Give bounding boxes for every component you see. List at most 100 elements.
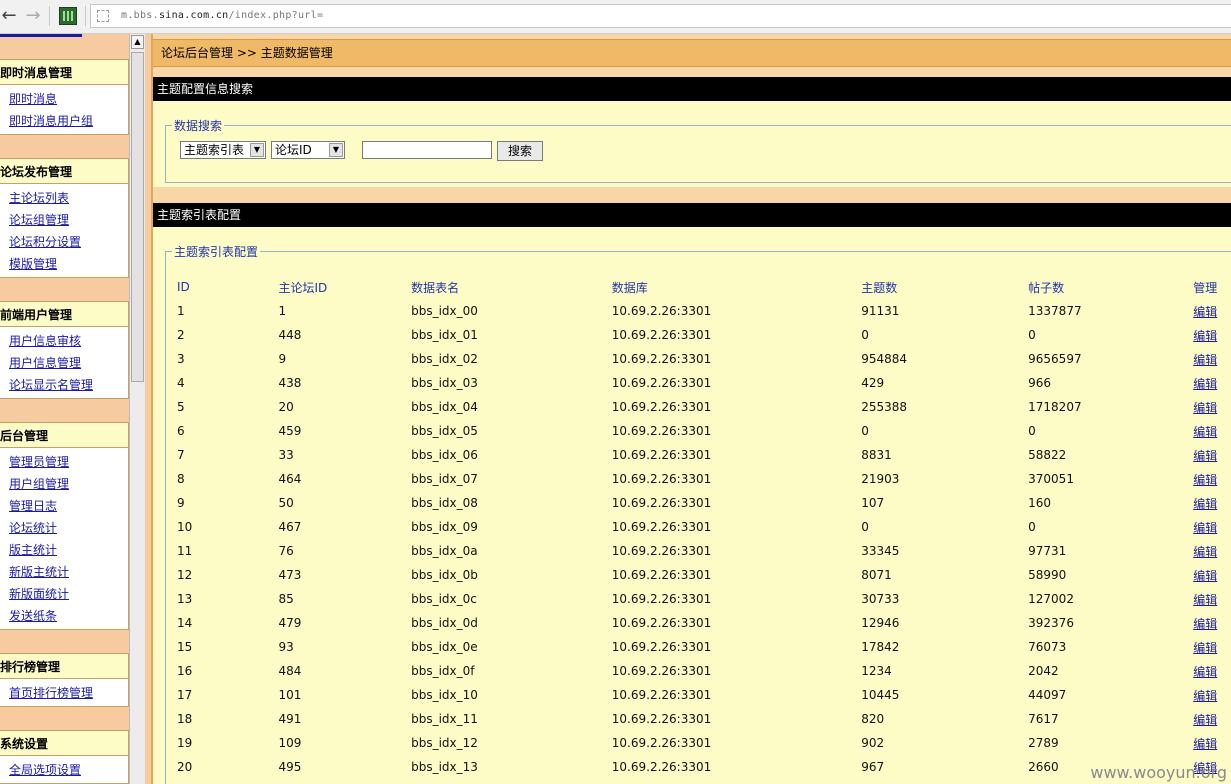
address-bar[interactable]: m.bbs.sina.com.cn/index.php?url= bbox=[90, 4, 1231, 28]
table-cell: bbs_idx_0b bbox=[411, 568, 478, 582]
sidebar-menu-link[interactable]: 主论坛列表 bbox=[9, 187, 128, 209]
search-button[interactable]: 搜索 bbox=[497, 141, 543, 161]
url-text[interactable]: m.bbs.sina.com.cn/index.php?url= bbox=[121, 10, 323, 21]
field-select[interactable]: 论坛ID ▼ bbox=[271, 141, 345, 159]
table-cell: 93 bbox=[278, 640, 294, 654]
table-cell: 10.69.2.26:3301 bbox=[611, 736, 712, 750]
edit-link[interactable]: 编辑 bbox=[1193, 473, 1217, 487]
table-cell: 85 bbox=[278, 592, 294, 606]
table-select-value: 主题索引表 bbox=[184, 143, 245, 157]
sidebar-menu-link[interactable]: 版主统计 bbox=[9, 539, 128, 561]
table-cell: 编辑 bbox=[1193, 323, 1231, 347]
menu-group-title[interactable]: 即时消息管理 bbox=[0, 59, 129, 85]
edit-link[interactable]: 编辑 bbox=[1193, 689, 1217, 703]
menu-group-title[interactable]: 系统设置 bbox=[0, 730, 129, 756]
table-cell: 10.69.2.26:3301 bbox=[611, 592, 712, 606]
sidebar-menu-link[interactable]: 用户组管理 bbox=[9, 473, 128, 495]
column-header: 主论坛ID bbox=[278, 280, 328, 295]
sidebar-menu-link[interactable]: 论坛积分设置 bbox=[9, 231, 128, 253]
edit-link[interactable]: 编辑 bbox=[1193, 329, 1217, 343]
search-input[interactable] bbox=[362, 141, 492, 159]
table-cell: 11 bbox=[177, 544, 193, 558]
sidebar-menu-link[interactable]: 论坛组管理 bbox=[9, 209, 128, 231]
table-row: 8 464 bbs_idx_07 10.69.2.26:3301 21903 370051… bbox=[177, 467, 1231, 491]
table-cell: bbs_idx_12 bbox=[411, 736, 478, 750]
watermark: www.wooyun.org bbox=[1090, 763, 1227, 782]
table-row: 10 467 bbs_idx_09 10.69.2.26:3301 0 0 编辑 bbox=[177, 515, 1231, 539]
table-cell: 10.69.2.26:3301 bbox=[611, 352, 712, 366]
edit-link[interactable]: 编辑 bbox=[1193, 353, 1217, 367]
sidebar-menu-link[interactable]: 管理日志 bbox=[9, 495, 128, 517]
table-cell: 91131 bbox=[861, 304, 900, 318]
edit-link[interactable]: 编辑 bbox=[1193, 425, 1217, 439]
sidebar-menu-link[interactable]: 管理员管理 bbox=[9, 451, 128, 473]
menu-group: 前端用户管理用户信息审核 用户信息管理 论坛显示名管理 bbox=[0, 301, 129, 399]
sidebar-menu-link[interactable]: 全局选项设置 bbox=[9, 759, 128, 781]
menu-group-title[interactable]: 排行榜管理 bbox=[0, 653, 129, 679]
back-arrow-icon[interactable]: ← bbox=[0, 6, 18, 26]
table-cell: 9 bbox=[177, 496, 185, 510]
search-section-title: 主题配置信息搜索 bbox=[153, 77, 1231, 101]
edit-link[interactable]: 编辑 bbox=[1193, 545, 1217, 559]
edit-link[interactable]: 编辑 bbox=[1193, 713, 1217, 727]
edit-link[interactable]: 编辑 bbox=[1193, 617, 1217, 631]
table-cell: 编辑 bbox=[1193, 443, 1231, 467]
table-cell: 4 bbox=[177, 376, 185, 390]
table-cell: 495 bbox=[278, 760, 302, 774]
table-row: 3 9 bbs_idx_02 10.69.2.26:3301 954884 9656597… bbox=[177, 347, 1231, 371]
edit-link[interactable]: 编辑 bbox=[1193, 521, 1217, 535]
scroll-up-arrow-icon[interactable]: ▲ bbox=[131, 35, 144, 49]
edit-link[interactable]: 编辑 bbox=[1193, 569, 1217, 583]
menu-group-title[interactable]: 前端用户管理 bbox=[0, 301, 129, 327]
edit-link[interactable]: 编辑 bbox=[1193, 497, 1217, 511]
table-cell: 10.69.2.26:3301 bbox=[611, 328, 712, 342]
edit-link[interactable]: 编辑 bbox=[1193, 665, 1217, 679]
table-cell: 19 bbox=[177, 736, 193, 750]
sidebar-menu-link[interactable]: 即时消息用户组 bbox=[9, 110, 128, 132]
edit-link[interactable]: 编辑 bbox=[1193, 449, 1217, 463]
table-cell: bbs_idx_04 bbox=[411, 400, 478, 414]
menu-group-title[interactable]: 论坛发布管理 bbox=[0, 158, 129, 184]
app-icon[interactable] bbox=[59, 7, 77, 25]
sidebar-menu-link[interactable]: 模版管理 bbox=[9, 253, 128, 275]
table-cell: 97731 bbox=[1028, 544, 1067, 558]
table-cell: 15 bbox=[177, 640, 193, 654]
table-cell: bbs_idx_11 bbox=[411, 712, 478, 726]
table-cell: 10.69.2.26:3301 bbox=[611, 544, 712, 558]
table-cell: 10 bbox=[177, 520, 193, 534]
menu-group-title[interactable]: 后台管理 bbox=[0, 422, 129, 448]
table-row: 7 33 bbs_idx_06 10.69.2.26:3301 8831 58822 编辑 bbox=[177, 443, 1231, 467]
edit-link[interactable]: 编辑 bbox=[1193, 737, 1217, 751]
table-cell: 13 bbox=[177, 592, 193, 606]
sidebar-menu-link[interactable]: 用户信息管理 bbox=[9, 352, 128, 374]
table-row: 2 448 bbs_idx_01 10.69.2.26:3301 0 0 编辑 bbox=[177, 323, 1231, 347]
chevron-down-icon[interactable]: ▼ bbox=[250, 143, 264, 157]
edit-link[interactable]: 编辑 bbox=[1193, 593, 1217, 607]
forward-arrow-icon[interactable]: → bbox=[24, 6, 42, 26]
sidebar-menu-link[interactable]: 用户信息审核 bbox=[9, 330, 128, 352]
table-row: 9 50 bbs_idx_08 10.69.2.26:3301 107 160 编辑 bbox=[177, 491, 1231, 515]
sidebar-menu-link[interactable]: 新版面统计 bbox=[9, 583, 128, 605]
sidebar-menu-link[interactable]: 即时消息 bbox=[9, 88, 128, 110]
table-select[interactable]: 主题索引表 ▼ bbox=[180, 141, 266, 159]
menu-group-items: 管理员管理 用户组管理 管理日志 论坛统计 版主统计 新版主统计 新版面统计 发送纸条 bbox=[0, 448, 129, 630]
table-cell: 10.69.2.26:3301 bbox=[611, 376, 712, 390]
sidebar-menu-link[interactable]: 论坛统计 bbox=[9, 517, 128, 539]
table-cell: 954884 bbox=[861, 352, 908, 366]
table-row: 11 76 bbs_idx_0a 10.69.2.26:3301 33345 97731 编… bbox=[177, 539, 1231, 563]
edit-link[interactable]: 编辑 bbox=[1193, 401, 1217, 415]
edit-link[interactable]: 编辑 bbox=[1193, 305, 1217, 319]
chevron-down-icon[interactable]: ▼ bbox=[329, 143, 343, 157]
sidebar-menu-link[interactable]: 发送纸条 bbox=[9, 605, 128, 627]
table-cell: 448 bbox=[278, 328, 302, 342]
table-row: 16 484 bbs_idx_0f 10.69.2.26:3301 1234 2042 编辑 bbox=[177, 659, 1231, 683]
table-cell: 编辑 bbox=[1193, 395, 1231, 419]
sidebar-menu-link[interactable]: 论坛显示名管理 bbox=[9, 374, 128, 396]
edit-link[interactable]: 编辑 bbox=[1193, 377, 1217, 391]
sidebar-menu-link[interactable]: 新版主统计 bbox=[9, 561, 128, 583]
scroll-thumb[interactable] bbox=[131, 52, 144, 382]
sidebar-scrollbar[interactable]: ▲ bbox=[129, 34, 145, 784]
table-row: 1 1 bbs_idx_00 10.69.2.26:3301 91131 1337877 编… bbox=[177, 299, 1231, 323]
sidebar-menu-link[interactable]: 首页排行榜管理 bbox=[9, 682, 128, 704]
edit-link[interactable]: 编辑 bbox=[1193, 641, 1217, 655]
